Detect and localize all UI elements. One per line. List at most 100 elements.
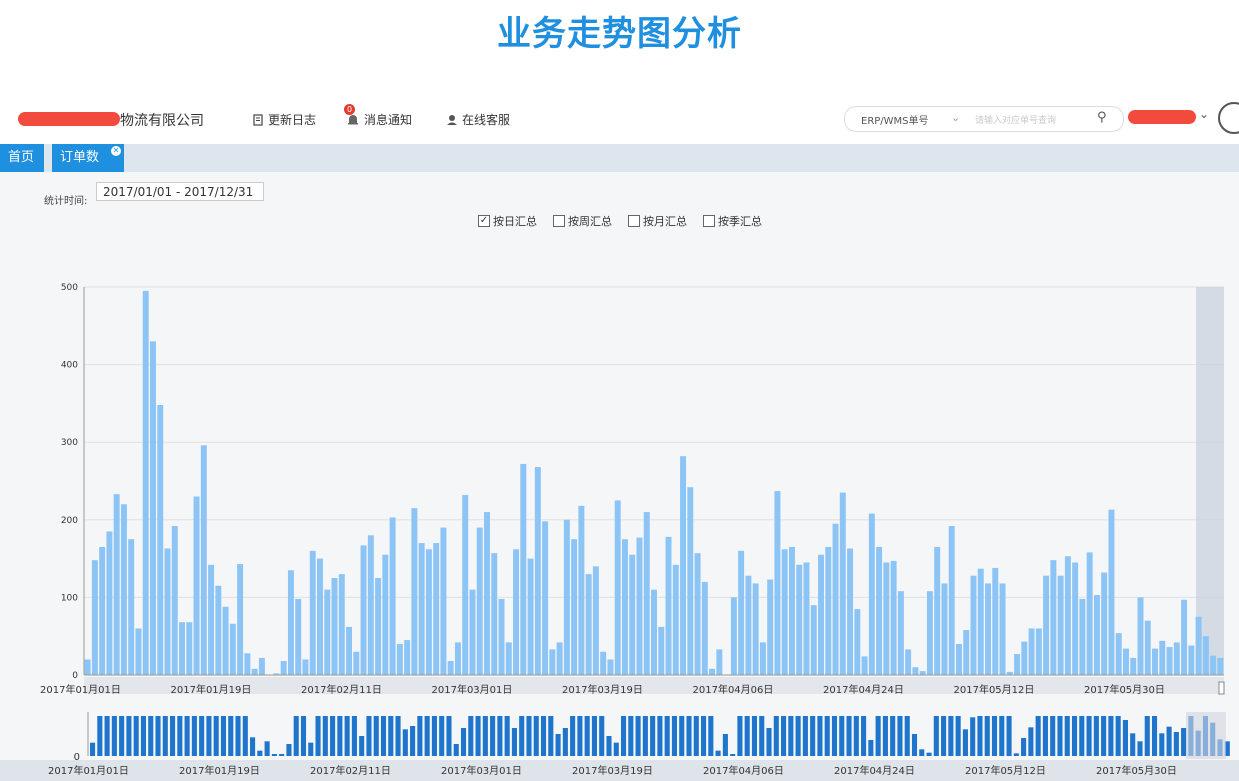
chart-bar: [883, 562, 890, 675]
range-handle-right[interactable]: [1218, 681, 1225, 695]
chart-bar: [832, 523, 839, 675]
navigator-bar: [148, 716, 154, 756]
navigator-bar: [235, 716, 241, 756]
navigator-bar: [919, 749, 925, 756]
chart-bar: [614, 500, 621, 675]
navigator-bar: [104, 716, 110, 756]
chart-bar: [948, 526, 955, 675]
navigator-bar: [155, 716, 161, 756]
navigator-bar: [1108, 716, 1114, 756]
navigator-bar: [170, 716, 176, 756]
navigator-bar: [875, 716, 881, 756]
chart-bar: [142, 290, 149, 675]
navigator-bar: [184, 716, 190, 756]
navigator-bar: [199, 716, 205, 756]
order-count-chart: 0 100 200 300 400 500 2017年01月01日 2017年01月19日 20…: [0, 283, 1239, 781]
chart-bar: [1101, 572, 1108, 675]
chart-bar: [287, 570, 294, 675]
navigator-bar: [977, 716, 983, 756]
chart-bar: [549, 649, 556, 675]
chart-bar: [411, 508, 418, 675]
chart-bar: [375, 578, 382, 675]
chart-bar: [99, 546, 106, 675]
chart-bar: [469, 589, 476, 675]
navigator-selection[interactable]: [1186, 712, 1226, 759]
chart-bar: [1050, 560, 1057, 675]
chart-bar: [926, 591, 933, 675]
navigator-bar: [562, 728, 568, 756]
chart-bar: [1108, 509, 1115, 675]
chart-bar: [585, 574, 592, 675]
navigator-bar: [264, 741, 270, 756]
chart-bar: [1188, 645, 1195, 675]
chart-bar: [1021, 641, 1028, 675]
chart-bar: [1086, 552, 1093, 675]
navigator-bar: [642, 716, 648, 756]
navigator-bar: [991, 716, 998, 756]
chart-bar: [324, 589, 331, 675]
chart-bar: [1210, 655, 1217, 675]
navigator-bar: [1028, 727, 1034, 756]
chart-bar: [592, 566, 599, 675]
navigator-bar: [1064, 716, 1070, 756]
navigator-bar: [853, 716, 859, 756]
x-tick-label: 2017年04月06日: [693, 683, 774, 696]
chart-bar: [484, 512, 490, 675]
chart-bar: [847, 548, 854, 675]
navigator-bar: [453, 744, 459, 756]
navigator-bar: [1006, 716, 1012, 756]
navigator-tick-label: 2017年01月19日: [179, 764, 260, 777]
navigator-bar: [511, 728, 517, 756]
navigator-bar: [1122, 720, 1128, 756]
chart-bar: [389, 517, 396, 675]
navigator-bar: [766, 728, 772, 756]
chart-bar: [919, 671, 926, 675]
chart-bar: [563, 519, 570, 675]
navigator-bar: [1115, 716, 1121, 756]
chart-bar: [404, 640, 411, 675]
navigator-bar: [671, 716, 678, 756]
chart-bar: [222, 606, 229, 675]
navigator-bar: [519, 716, 525, 756]
chart-bar: [244, 653, 251, 675]
navigator-bar: [177, 716, 183, 756]
navigator-bar: [482, 716, 488, 756]
navigator-bar: [948, 716, 954, 756]
navigator-tick-label: 2017年01月01日: [48, 764, 129, 777]
chart-bar: [1137, 597, 1144, 675]
navigator-bar: [628, 716, 634, 756]
navigator-bar: [810, 716, 816, 756]
navigator-bar: [402, 729, 408, 756]
x-tick-label: 2017年02月11日: [301, 683, 382, 696]
navigator-bar: [970, 717, 976, 756]
chart-bar: [418, 543, 425, 675]
navigator-bar: [1079, 716, 1085, 756]
navigator-bar: [417, 716, 423, 756]
navigator-bar: [846, 716, 852, 756]
y-tick-label: 500: [61, 283, 78, 293]
chart-bar: [578, 505, 585, 675]
navigator-bar: [664, 716, 670, 756]
chart-bar: [157, 404, 164, 675]
navigator-bar: [926, 752, 932, 756]
chart-bar: [868, 513, 875, 675]
navigator-bar: [213, 716, 219, 756]
navigator-bar: [395, 716, 401, 756]
chart-bar: [331, 578, 338, 675]
chart-bar: [665, 536, 672, 675]
navigator-bar: [788, 716, 794, 756]
navigator-bar: [1181, 728, 1187, 756]
navigator-bar: [271, 754, 277, 756]
chart-bar: [1064, 556, 1071, 675]
navigator-bar: [1071, 716, 1078, 756]
navigator-bar: [802, 716, 808, 756]
navigator-bar: [330, 716, 336, 756]
chart-bar: [905, 649, 912, 675]
navigator-bar: [497, 716, 503, 756]
navigator-bar: [897, 716, 903, 756]
navigator-bar: [206, 716, 212, 756]
navigator-bar: [708, 716, 714, 756]
chart-bar: [84, 659, 91, 675]
chart-bar: [745, 575, 752, 675]
chart-bar: [513, 549, 520, 675]
